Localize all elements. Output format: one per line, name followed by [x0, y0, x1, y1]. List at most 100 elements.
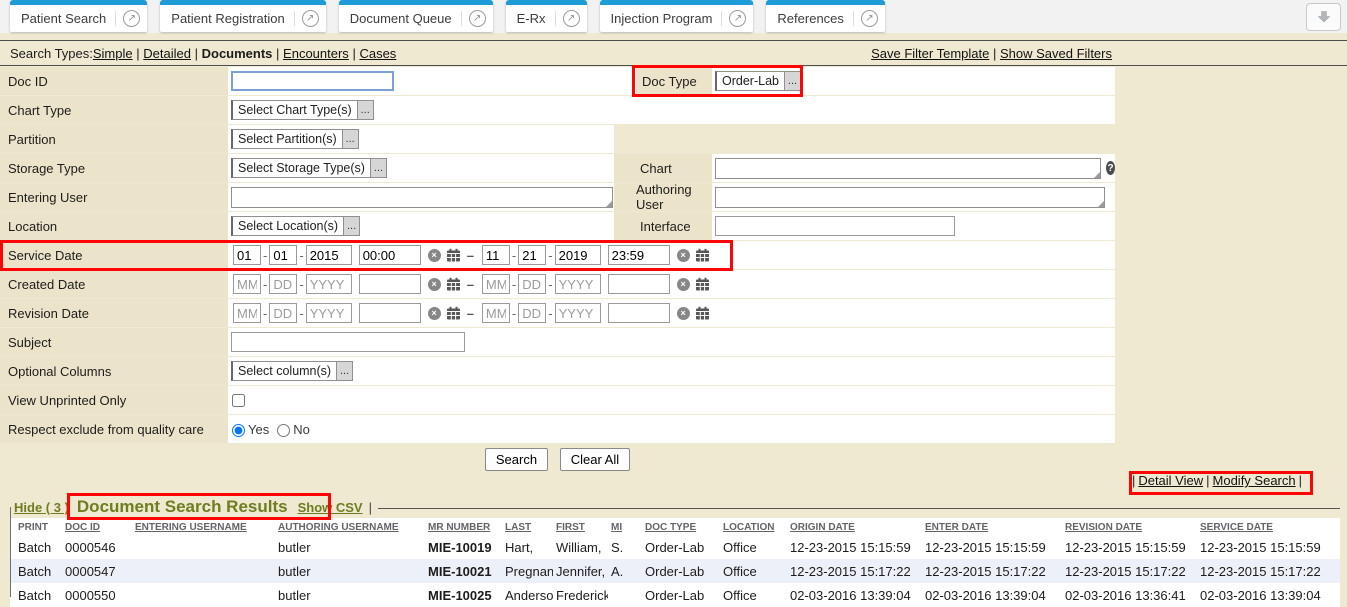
chart-type-select-button[interactable]: Select Chart Type(s)...: [231, 100, 374, 120]
revision-from-year-input[interactable]: [306, 303, 352, 323]
launch-icon[interactable]: ↗: [861, 10, 878, 27]
col-enter-date[interactable]: ENTER DATE: [922, 518, 1062, 535]
respect-exclude-yes-radio[interactable]: [232, 424, 245, 437]
tab-e-rx[interactable]: E-Rx↗: [506, 0, 587, 32]
col-service-date[interactable]: SERVICE DATE: [1197, 518, 1340, 535]
service-from-month-input[interactable]: [233, 245, 261, 265]
launch-icon[interactable]: ↗: [469, 10, 486, 27]
created-from-month-input[interactable]: [233, 274, 261, 294]
range-dash: –: [467, 306, 474, 321]
clear-date-icon[interactable]: ×: [677, 307, 690, 320]
collapse-toolbar-button[interactable]: [1306, 3, 1341, 31]
revision-to-time-input[interactable]: [608, 303, 670, 323]
tab-document-queue[interactable]: Document Queue↗: [339, 0, 493, 32]
resize-handle[interactable]: [1094, 172, 1100, 178]
service-to-time-input[interactable]: [608, 245, 670, 265]
hide-results-link[interactable]: Hide ( 3 ): [14, 500, 69, 515]
revision-to-day-input[interactable]: [518, 303, 546, 323]
col-origin-date[interactable]: ORIGIN DATE: [787, 518, 922, 535]
created-from-day-input[interactable]: [269, 274, 297, 294]
entering-user-textarea[interactable]: [231, 187, 613, 208]
clear-all-button[interactable]: Clear All: [560, 448, 630, 471]
created-to-time-input[interactable]: [608, 274, 670, 294]
optional-columns-select-button[interactable]: Select column(s)...: [231, 361, 353, 381]
authoring-user-label: Authoring User: [614, 183, 712, 211]
save-filter-template-link[interactable]: Save Filter Template: [871, 46, 989, 61]
tab-patient-search[interactable]: Patient Search↗: [10, 0, 147, 32]
modify-search-link[interactable]: Modify Search: [1213, 473, 1296, 488]
col-location[interactable]: LOCATION: [720, 518, 787, 535]
tab-injection-program[interactable]: Injection Program↗: [600, 0, 754, 32]
show-saved-filters-link[interactable]: Show Saved Filters: [1000, 46, 1112, 61]
cell-origin: 12-23-2015 15:17:22: [787, 559, 922, 583]
search-type-encounters[interactable]: Encounters: [283, 46, 349, 61]
calendar-icon[interactable]: [695, 306, 710, 320]
launch-icon[interactable]: ↗: [563, 10, 580, 27]
row-view-unprinted: View Unprinted Only: [0, 386, 1347, 414]
search-type-simple[interactable]: Simple: [93, 46, 133, 61]
authoring-user-textarea[interactable]: [715, 187, 1105, 208]
revision-from-month-input[interactable]: [233, 303, 261, 323]
interface-input[interactable]: [715, 216, 955, 236]
tab-references[interactable]: References↗: [766, 0, 884, 32]
col-entering-username[interactable]: ENTERING USERNAME: [132, 518, 275, 535]
col-mi[interactable]: MI: [608, 518, 642, 535]
resize-handle[interactable]: [606, 201, 612, 207]
show-csv-link[interactable]: Show CSV: [298, 500, 363, 515]
tab-patient-registration[interactable]: Patient Registration↗: [160, 0, 325, 32]
created-to-year-input[interactable]: [555, 274, 601, 294]
launch-icon[interactable]: ↗: [123, 10, 140, 27]
calendar-icon[interactable]: [695, 248, 710, 262]
revision-from-time-input[interactable]: [359, 303, 421, 323]
doc-type-select-button[interactable]: Order-Lab...: [715, 71, 801, 91]
created-from-year-input[interactable]: [306, 274, 352, 294]
revision-from-day-input[interactable]: [269, 303, 297, 323]
calendar-icon[interactable]: [446, 248, 461, 262]
created-to-day-input[interactable]: [518, 274, 546, 294]
service-from-day-input[interactable]: [269, 245, 297, 265]
clear-date-icon[interactable]: ×: [677, 249, 690, 262]
col-doc-id[interactable]: DOC ID: [62, 518, 132, 535]
respect-exclude-no-radio[interactable]: [277, 424, 290, 437]
help-icon[interactable]: ?: [1106, 161, 1115, 175]
clear-date-icon[interactable]: ×: [428, 307, 441, 320]
search-type-detailed[interactable]: Detailed: [143, 46, 191, 61]
cell-print[interactable]: Batch: [10, 535, 62, 559]
service-to-year-input[interactable]: [555, 245, 601, 265]
clear-date-icon[interactable]: ×: [428, 249, 441, 262]
created-to-month-input[interactable]: [482, 274, 510, 294]
clear-date-icon[interactable]: ×: [677, 278, 690, 291]
created-from-time-input[interactable]: [359, 274, 421, 294]
service-to-month-input[interactable]: [482, 245, 510, 265]
cell-print[interactable]: Batch: [10, 559, 62, 583]
location-select-button[interactable]: Select Location(s)...: [231, 216, 360, 236]
service-from-year-input[interactable]: [306, 245, 352, 265]
clear-date-icon[interactable]: ×: [428, 278, 441, 291]
calendar-icon[interactable]: [695, 277, 710, 291]
doc-id-input[interactable]: [231, 71, 394, 91]
view-unprinted-checkbox[interactable]: [232, 394, 245, 407]
calendar-icon[interactable]: [446, 277, 461, 291]
launch-icon[interactable]: ↗: [302, 10, 319, 27]
detail-view-link[interactable]: Detail View: [1138, 473, 1203, 488]
search-button[interactable]: Search: [485, 448, 548, 471]
service-to-day-input[interactable]: [518, 245, 546, 265]
revision-to-year-input[interactable]: [555, 303, 601, 323]
col-first[interactable]: FIRST: [553, 518, 608, 535]
chart-textarea[interactable]: [715, 158, 1101, 179]
col-authoring-username[interactable]: AUTHORING USERNAME: [275, 518, 425, 535]
revision-to-month-input[interactable]: [482, 303, 510, 323]
col-doc-type[interactable]: DOC TYPE: [642, 518, 720, 535]
service-from-time-input[interactable]: [359, 245, 421, 265]
launch-icon[interactable]: ↗: [729, 10, 746, 27]
subject-input[interactable]: [231, 332, 465, 352]
cell-print[interactable]: Batch: [10, 583, 62, 607]
col-mr-number[interactable]: MR NUMBER: [425, 518, 502, 535]
calendar-icon[interactable]: [446, 306, 461, 320]
col-last[interactable]: LAST: [502, 518, 553, 535]
col-revision-date[interactable]: REVISION DATE: [1062, 518, 1197, 535]
search-type-cases[interactable]: Cases: [359, 46, 396, 61]
resize-handle[interactable]: [1098, 201, 1104, 207]
partition-select-button[interactable]: Select Partition(s)...: [231, 129, 359, 149]
storage-type-select-button[interactable]: Select Storage Type(s)...: [231, 158, 387, 178]
